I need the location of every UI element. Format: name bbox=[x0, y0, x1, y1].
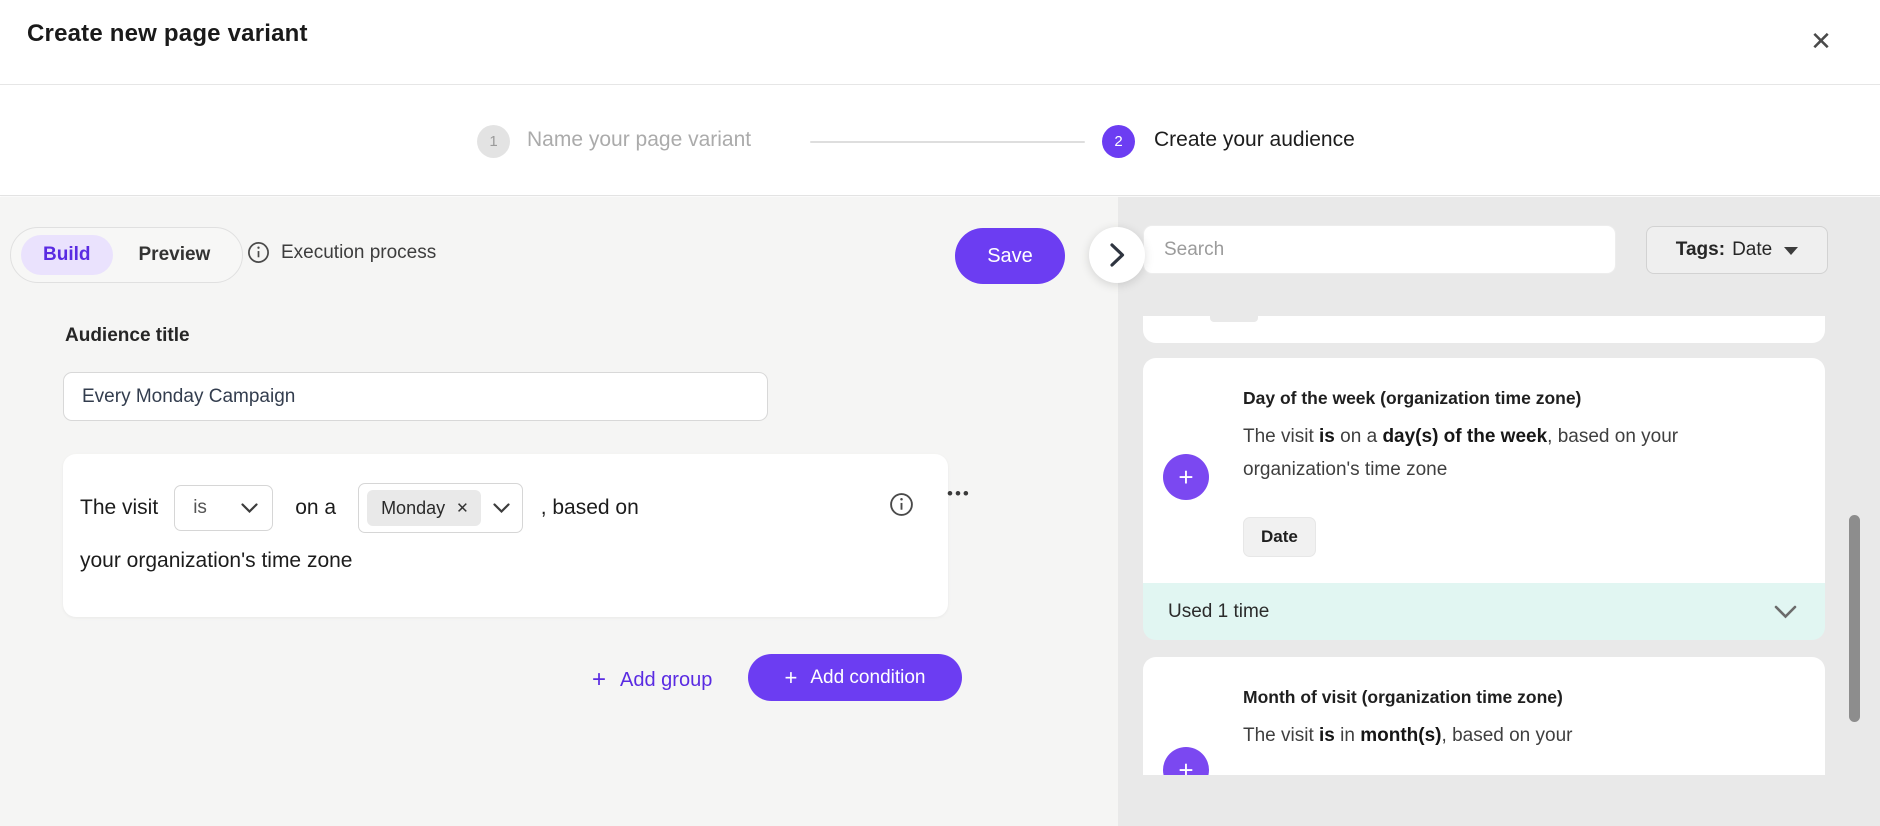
condition-line2: your organization's time zone bbox=[80, 549, 353, 573]
audience-title-label: Audience title bbox=[65, 325, 190, 347]
usage-expander[interactable]: Used 1 time bbox=[1143, 583, 1825, 640]
audience-builder-panel: Build Preview Execution process Save Aud… bbox=[0, 197, 1118, 826]
partial-tag-chip bbox=[1210, 316, 1258, 322]
collapse-panel-button[interactable] bbox=[1089, 227, 1145, 283]
save-button[interactable]: Save bbox=[955, 228, 1065, 284]
caret-down-icon bbox=[1784, 247, 1798, 255]
library-card-month-of-visit: Month of visit (organization time zone) … bbox=[1143, 657, 1825, 775]
tab-preview[interactable]: Preview bbox=[117, 235, 233, 275]
operator-select[interactable]: is bbox=[174, 485, 273, 531]
step-2-label: Create your audience bbox=[1154, 128, 1355, 152]
chevron-down-icon bbox=[493, 503, 510, 514]
usage-count-label: Used 1 time bbox=[1168, 601, 1269, 623]
add-group-label: Add group bbox=[620, 669, 712, 692]
library-card-day-of-week: Day of the week (organization time zone)… bbox=[1143, 358, 1825, 583]
selected-value-chip: Monday ✕ bbox=[367, 490, 481, 526]
chip-value: Monday bbox=[381, 498, 445, 519]
desc-segment: on a bbox=[1335, 426, 1383, 447]
condition-row: The visit is on a Monday ✕ , based on bbox=[80, 483, 639, 533]
add-day-of-week-condition-button[interactable]: + bbox=[1163, 454, 1209, 500]
step-2-indicator[interactable]: 2 bbox=[1102, 125, 1135, 158]
condition-card: The visit is on a Monday ✕ , based on bbox=[63, 454, 948, 617]
desc-segment-bold: month(s) bbox=[1360, 725, 1441, 746]
stepper-connector bbox=[810, 141, 1085, 143]
card-description: The visit is in month(s), based on your bbox=[1243, 719, 1683, 752]
desc-segment: , based on your bbox=[1442, 725, 1573, 746]
tags-filter-label: Tags: bbox=[1676, 239, 1725, 261]
desc-segment: in bbox=[1335, 725, 1360, 746]
search-input[interactable] bbox=[1143, 225, 1616, 274]
card-title: Month of visit (organization time zone) bbox=[1243, 687, 1563, 708]
desc-segment-bold: is bbox=[1319, 725, 1335, 746]
scrollbar-thumb[interactable] bbox=[1849, 515, 1860, 722]
audience-title-input[interactable] bbox=[63, 372, 768, 421]
close-icon[interactable]: ✕ bbox=[1802, 22, 1840, 60]
desc-segment-bold: is bbox=[1319, 426, 1335, 447]
build-preview-toggle: Build Preview bbox=[10, 227, 243, 283]
chevron-down-icon bbox=[241, 503, 258, 514]
plus-icon: + bbox=[784, 665, 797, 691]
card-title: Day of the week (organization time zone) bbox=[1243, 388, 1581, 409]
plus-icon: + bbox=[592, 666, 606, 694]
date-tag-chip: Date bbox=[1243, 517, 1316, 557]
add-group-button[interactable]: + Add group bbox=[592, 666, 712, 694]
card-description: The visit is on a day(s) of the week, ba… bbox=[1243, 420, 1683, 486]
modal-header: Create new page variant ✕ bbox=[0, 0, 1880, 85]
condition-library-panel: Tags: Date Day of the week (organization… bbox=[1118, 197, 1880, 826]
tags-filter-dropdown[interactable]: Tags: Date bbox=[1646, 226, 1828, 274]
partial-card bbox=[1143, 316, 1825, 343]
condition-info-icon[interactable] bbox=[889, 492, 914, 517]
day-multiselect[interactable]: Monday ✕ bbox=[358, 483, 523, 533]
condition-suffix: , based on bbox=[541, 496, 639, 520]
step-1-label: Name your page variant bbox=[527, 128, 751, 152]
chip-remove-icon[interactable]: ✕ bbox=[454, 497, 471, 519]
execution-process-link[interactable]: Execution process bbox=[247, 241, 436, 264]
step-1-indicator[interactable]: 1 bbox=[477, 125, 510, 158]
chevron-down-icon bbox=[1774, 605, 1797, 619]
add-condition-button[interactable]: + Add condition bbox=[748, 654, 962, 701]
condition-prefix: The visit bbox=[80, 496, 158, 520]
add-condition-label: Add condition bbox=[810, 667, 925, 689]
modal-title: Create new page variant bbox=[27, 20, 308, 48]
desc-segment-bold: day(s) of the week bbox=[1382, 426, 1547, 447]
condition-middle: on a bbox=[295, 496, 336, 520]
create-page-variant-modal: Create new page variant ✕ 1 Name your pa… bbox=[0, 0, 1880, 826]
chevron-right-icon bbox=[1110, 243, 1125, 267]
info-icon bbox=[247, 241, 270, 264]
tab-build[interactable]: Build bbox=[21, 235, 113, 275]
execution-process-label: Execution process bbox=[281, 242, 436, 264]
stepper: 1 Name your page variant 2 Create your a… bbox=[0, 86, 1880, 196]
desc-segment: The visit bbox=[1243, 426, 1319, 447]
add-month-of-visit-condition-button[interactable]: + bbox=[1163, 747, 1209, 775]
desc-segment: The visit bbox=[1243, 725, 1319, 746]
operator-value: is bbox=[193, 497, 207, 519]
tags-filter-value: Date bbox=[1732, 239, 1772, 261]
more-options-icon[interactable]: ••• bbox=[947, 484, 971, 504]
